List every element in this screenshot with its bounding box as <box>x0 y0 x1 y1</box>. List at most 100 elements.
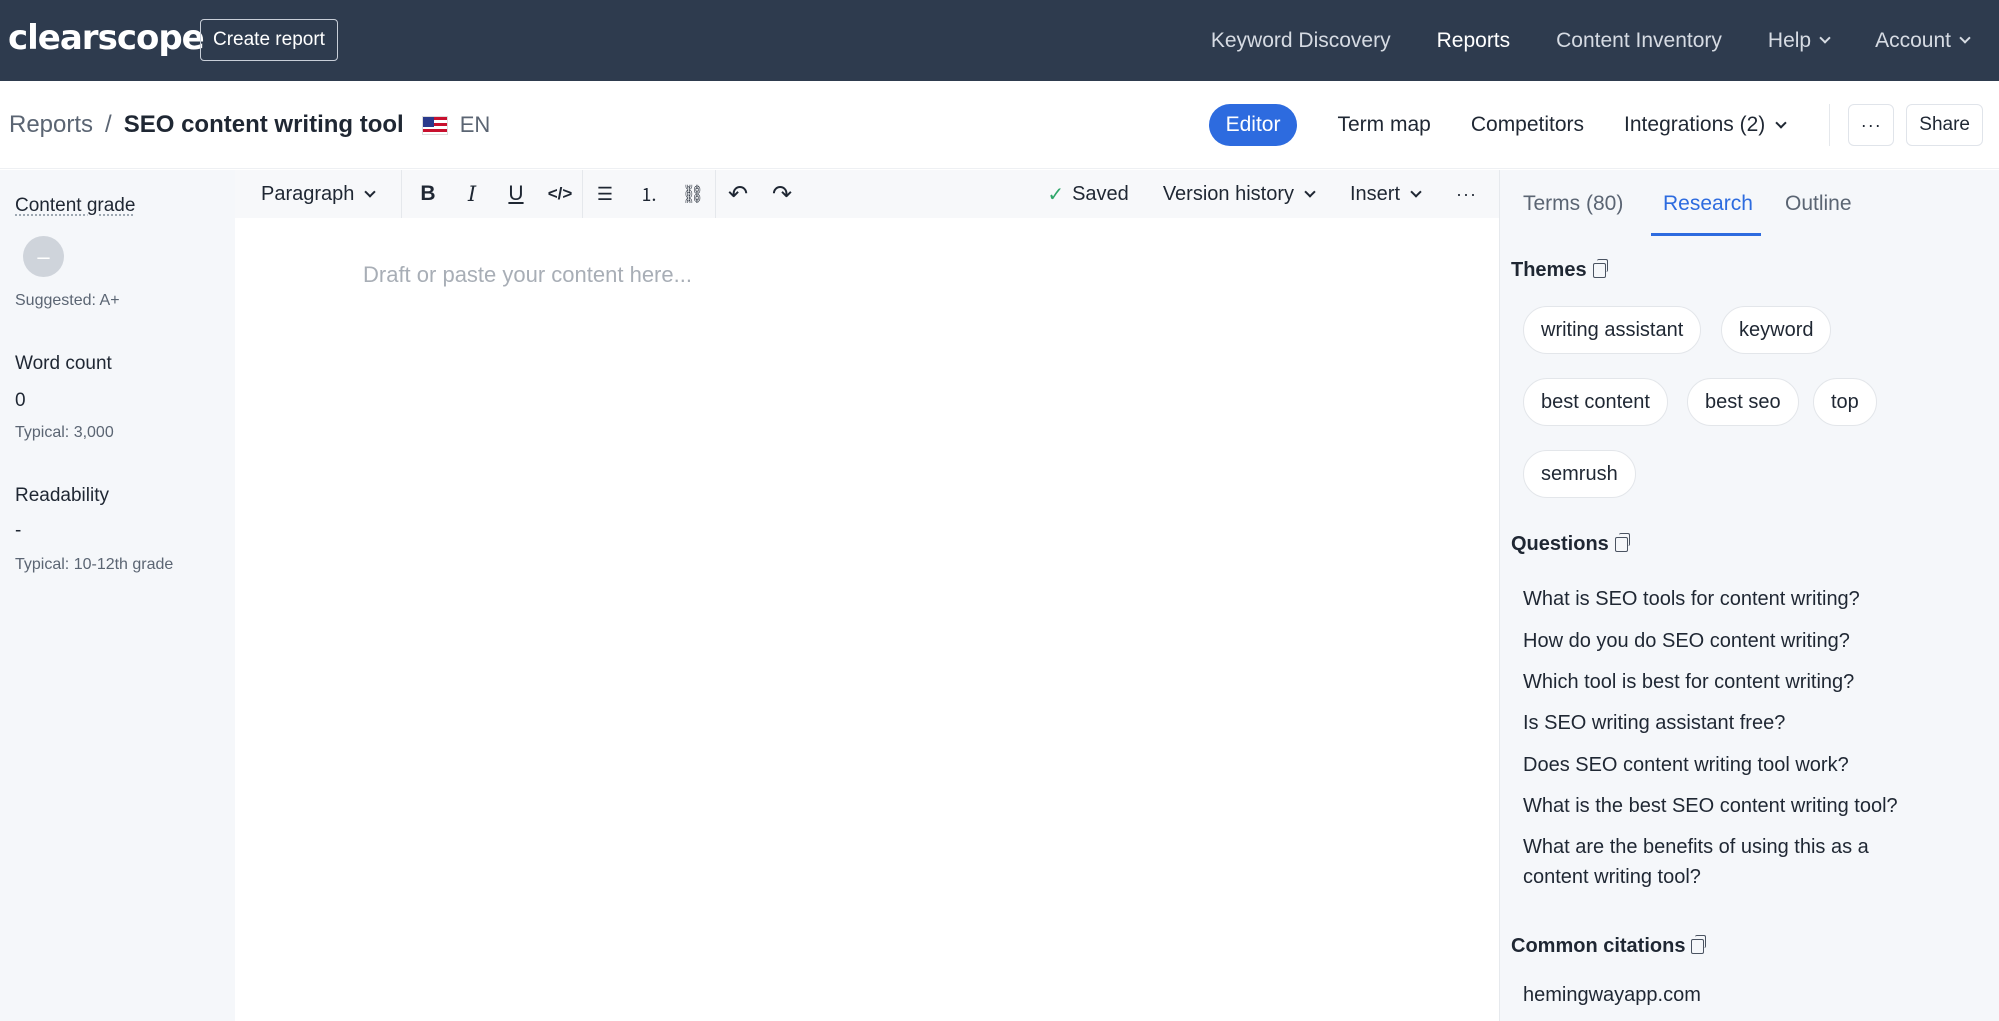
nav-help-label: Help <box>1767 28 1812 52</box>
content-grade-label[interactable]: Content grade <box>15 195 135 217</box>
citation-item[interactable]: hemingwayapp.com <box>1523 984 1701 1007</box>
save-status-label: Saved <box>1072 182 1129 205</box>
question-item[interactable]: Which tool is best for content writing? <box>1523 667 1943 697</box>
insert-dropdown[interactable]: Insert <box>1349 182 1422 206</box>
metrics-sidebar: Content grade – Suggested: A+ Word count… <box>0 170 235 1021</box>
nav-content-inventory[interactable]: Content Inventory <box>1556 29 1722 53</box>
citations-title: Common citations <box>1511 935 1686 957</box>
paragraph-style-label: Paragraph <box>261 182 355 205</box>
theme-chip[interactable]: keyword <box>1721 306 1832 354</box>
theme-chip[interactable]: semrush <box>1523 450 1636 498</box>
share-button[interactable]: Share <box>1906 104 1983 146</box>
suggested-grade: Suggested: A+ <box>15 292 120 309</box>
nav-keyword-discovery[interactable]: Keyword Discovery <box>1211 29 1391 53</box>
bold-icon[interactable]: B <box>406 170 450 218</box>
readability-value: - <box>15 520 22 541</box>
themes-heading: Themes <box>1511 259 1608 282</box>
editor-placeholder[interactable]: Draft or paste your content here... <box>363 262 692 288</box>
report-header: Reports / SEO content writing tool EN Ed… <box>0 81 1999 169</box>
paragraph-style-dropdown[interactable]: Paragraph <box>261 183 401 206</box>
breadcrumb-reports-link[interactable]: Reports <box>9 111 93 139</box>
main-nav-links: Keyword Discovery Reports Content Invent… <box>1165 0 1971 81</box>
more-options-button[interactable]: ··· <box>1848 104 1895 146</box>
breadcrumb: Reports / SEO content writing tool EN <box>9 111 490 139</box>
editor-toolbar: Paragraph B I U </> ☰ ⒈ ⛓ ↶ ↷ ✓ Saved Ver… <box>235 170 1499 218</box>
tab-terms[interactable]: Terms (80) <box>1523 192 1623 216</box>
questions-title: Questions <box>1511 533 1609 555</box>
chevron-down-icon <box>1775 116 1787 129</box>
word-count-label: Word count <box>15 353 112 374</box>
tab-outline[interactable]: Outline <box>1785 192 1852 216</box>
nav-content-inventory-label: Content Inventory <box>1556 28 1722 52</box>
copy-icon[interactable] <box>1614 533 1630 552</box>
toolbar-more-button[interactable]: ··· <box>1456 184 1477 205</box>
word-count-value: 0 <box>15 390 26 411</box>
research-panel: Terms (80) Research Outline Themes writi… <box>1499 170 1999 1021</box>
redo-icon[interactable]: ↷ <box>760 170 804 218</box>
divider <box>1829 104 1831 146</box>
breadcrumb-separator: / <box>105 111 112 138</box>
question-item[interactable]: What is the best SEO content writing too… <box>1523 791 1943 821</box>
page-title: SEO content writing tool <box>123 111 404 138</box>
copy-icon[interactable] <box>1592 259 1608 278</box>
question-item[interactable]: What are the benefits of using this as a… <box>1523 832 1913 892</box>
checkmark-icon: ✓ <box>1047 183 1065 206</box>
tab-term-map[interactable]: Term map <box>1337 113 1430 137</box>
tab-competitors[interactable]: Competitors <box>1471 113 1584 137</box>
numbered-list-icon[interactable]: ⒈ <box>627 170 671 218</box>
nav-account-label: Account <box>1875 28 1951 52</box>
tab-integrations[interactable]: Integrations (2) <box>1624 113 1787 137</box>
us-flag-icon <box>421 115 448 135</box>
underline-icon[interactable]: U <box>494 170 538 218</box>
panel-tabs: Terms (80) Research Outline <box>1500 170 1999 236</box>
toolbar-right-group: ✓ Saved Version history Insert ··· <box>1047 170 1499 218</box>
version-history-dropdown[interactable]: Version history <box>1162 182 1316 206</box>
questions-heading: Questions <box>1511 533 1630 556</box>
themes-title: Themes <box>1511 259 1587 281</box>
tab-integrations-label: Integrations (2) <box>1624 113 1766 136</box>
theme-chip[interactable]: best content <box>1523 378 1668 426</box>
content-editor: Paragraph B I U </> ☰ ⒈ ⛓ ↶ ↷ ✓ Saved Ver… <box>235 170 1499 1021</box>
question-item[interactable]: Is SEO writing assistant free? <box>1523 708 1943 738</box>
citations-heading: Common citations <box>1511 935 1707 958</box>
word-count-typical: Typical: 3,000 <box>15 424 114 441</box>
question-item[interactable]: How do you do SEO content writing? <box>1523 626 1943 656</box>
readability-label: Readability <box>15 485 109 506</box>
language-code[interactable]: EN <box>460 112 491 138</box>
theme-chip[interactable]: best seo <box>1687 378 1799 426</box>
create-report-button[interactable]: Create report <box>200 19 338 61</box>
tab-research[interactable]: Research <box>1663 192 1753 216</box>
question-item[interactable]: Does SEO content writing tool work? <box>1523 750 1943 780</box>
nav-keyword-discovery-label: Keyword Discovery <box>1210 28 1391 52</box>
copy-icon[interactable] <box>1691 935 1707 954</box>
active-tab-indicator <box>1651 233 1761 236</box>
tab-editor[interactable]: Editor <box>1208 104 1298 146</box>
italic-icon[interactable]: I <box>450 170 494 218</box>
chevron-down-icon <box>1410 185 1422 198</box>
save-status: ✓ Saved <box>1047 182 1128 207</box>
chevron-down-icon <box>1959 32 1971 44</box>
insert-label: Insert <box>1349 182 1401 205</box>
nav-reports-label: Reports <box>1436 28 1511 52</box>
bullet-list-icon[interactable]: ☰ <box>583 170 627 218</box>
theme-chip[interactable]: writing assistant <box>1523 306 1702 354</box>
tab-competitors-label: Competitors <box>1470 113 1585 136</box>
chevron-down-icon <box>1819 32 1831 44</box>
chevron-down-icon <box>1304 185 1316 198</box>
top-navigation: clearscope Create report Keyword Discove… <box>0 0 1999 81</box>
version-history-label: Version history <box>1162 182 1294 205</box>
nav-help[interactable]: Help <box>1767 28 1831 53</box>
readability-typical: Typical: 10-12th grade <box>15 556 174 573</box>
code-icon[interactable]: </> <box>538 170 582 218</box>
theme-chip[interactable]: top <box>1813 378 1877 426</box>
nav-account[interactable]: Account <box>1875 28 1971 53</box>
question-item[interactable]: What is SEO tools for content writing? <box>1523 584 1943 614</box>
link-icon[interactable]: ⛓ <box>671 170 715 218</box>
report-view-tabs: Editor Term map Competitors Integrations… <box>1208 104 1983 146</box>
toolbar-divider <box>401 170 402 218</box>
clearscope-logo[interactable]: clearscope <box>8 18 205 58</box>
chevron-down-icon <box>364 185 377 198</box>
tab-term-map-label: Term map <box>1337 113 1431 136</box>
nav-reports[interactable]: Reports <box>1437 29 1511 53</box>
undo-icon[interactable]: ↶ <box>716 170 760 218</box>
